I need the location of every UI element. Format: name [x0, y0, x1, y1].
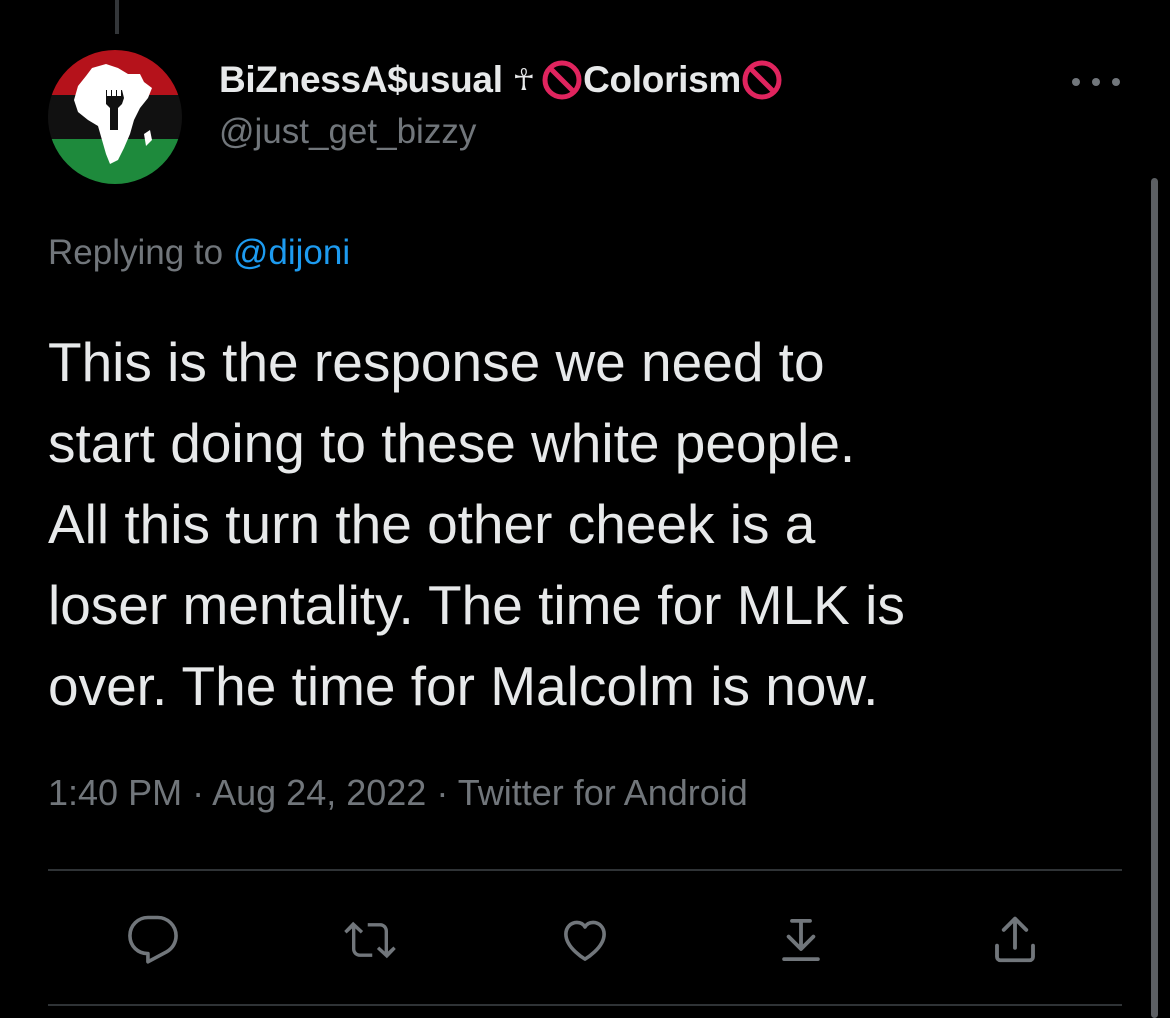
retweet-icon — [344, 921, 396, 959]
tweet-text: This is the response we need to start do… — [48, 331, 905, 717]
meta-separator: · — [192, 772, 205, 813]
tweet-date[interactable]: Aug 24, 2022 — [212, 772, 426, 813]
tweet-time[interactable]: 1:40 PM — [48, 772, 182, 813]
prohibited-icon — [742, 60, 782, 100]
avatar[interactable] — [48, 50, 182, 184]
reply-icon — [128, 915, 178, 964]
avatar-image — [48, 50, 182, 184]
user-info: BiZnessA$usual ☥ Colorism @just_get_bizz… — [219, 52, 783, 152]
bookmark-arrow-icon — [782, 918, 820, 962]
scrollbar[interactable] — [1151, 178, 1158, 1018]
meta-separator: · — [436, 772, 449, 813]
thread-connector-line — [115, 0, 119, 34]
more-horizontal-icon — [1092, 78, 1100, 86]
display-name-suffix: Colorism — [583, 59, 742, 100]
more-horizontal-icon — [1112, 78, 1120, 86]
display-name-row[interactable]: BiZnessA$usual ☥ Colorism — [219, 52, 783, 108]
share-button[interactable] — [980, 905, 1050, 975]
tweet-action-bar — [48, 905, 1122, 975]
replying-to: Replying to @dijoni — [48, 233, 350, 273]
ankh-glyph: ☥ — [512, 62, 536, 98]
divider — [48, 1004, 1122, 1006]
reply-mention-link[interactable]: @dijoni — [233, 233, 350, 272]
reply-button[interactable] — [118, 905, 188, 975]
tweet-metadata: 1:40 PM · Aug 24, 2022 · Twitter for And… — [48, 772, 748, 814]
share-icon — [995, 916, 1035, 963]
retweet-button[interactable] — [335, 905, 405, 975]
display-name[interactable]: BiZnessA$usual — [219, 59, 503, 101]
user-handle[interactable]: @just_get_bizzy — [219, 112, 783, 152]
like-button[interactable] — [550, 905, 620, 975]
prohibited-icon — [542, 60, 582, 100]
heart-icon — [564, 920, 606, 961]
bookmark-button[interactable] — [766, 905, 836, 975]
more-options-button[interactable] — [1072, 70, 1120, 94]
more-horizontal-icon — [1072, 78, 1080, 86]
replying-to-label: Replying to — [48, 233, 224, 272]
tweet-source[interactable]: Twitter for Android — [458, 772, 748, 813]
divider — [48, 869, 1122, 871]
